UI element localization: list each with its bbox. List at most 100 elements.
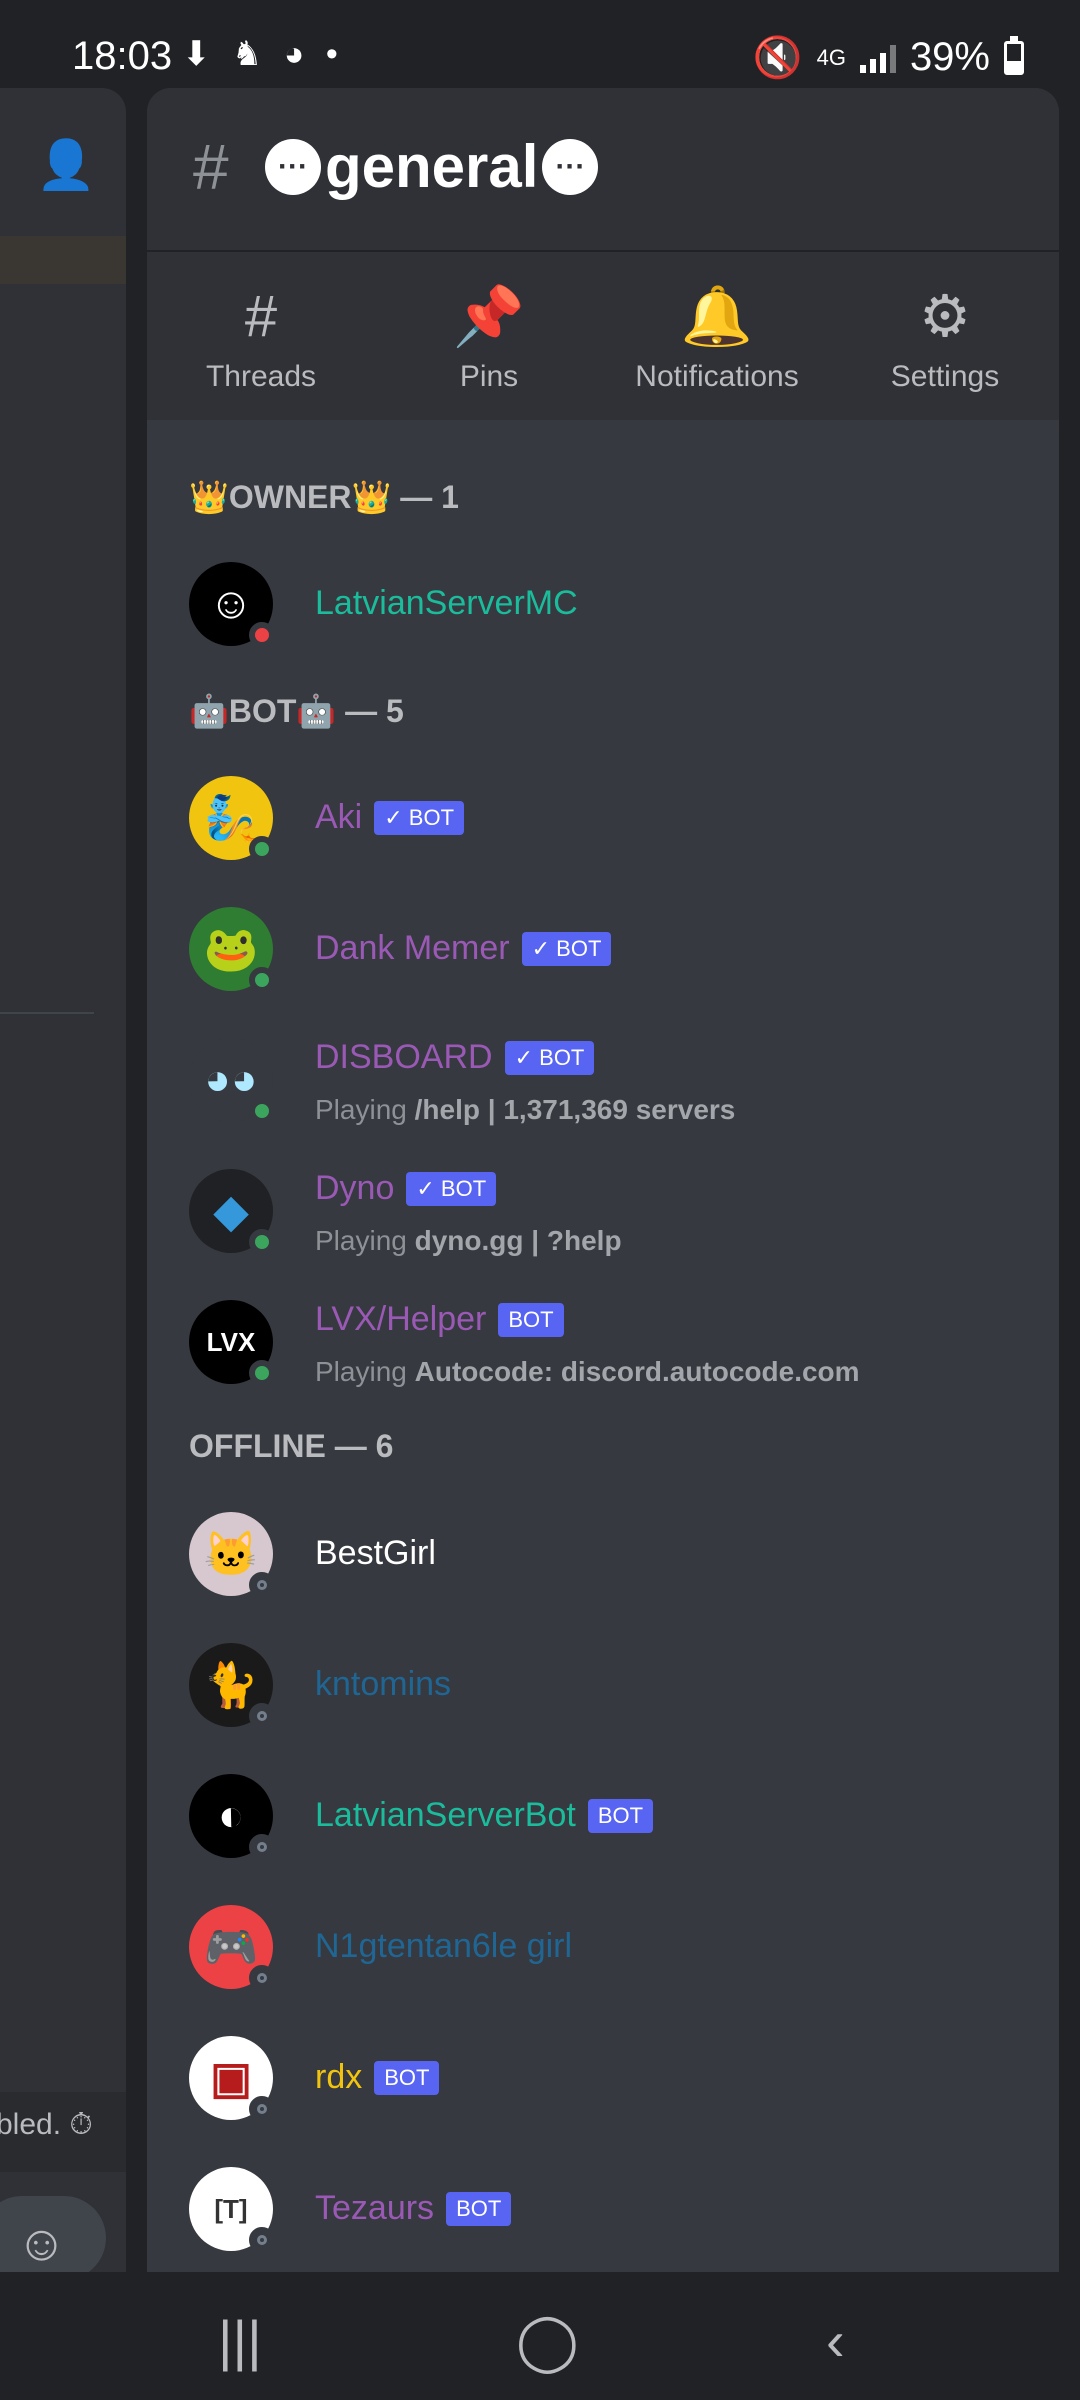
member-row[interactable]: ◐ LatvianServerBot BOT — [189, 1774, 1029, 1884]
member-name: BestGirl — [315, 1534, 436, 1572]
bot-tag: ✓ BOT — [406, 1171, 497, 1206]
member-row[interactable]: 🧞 Aki ✓ BOT — [189, 776, 1029, 886]
mute-icon: 🔇 — [752, 36, 803, 80]
member-row[interactable]: [T] Tezaurs BOT — [189, 2167, 1029, 2272]
status-bar: 18:03 ⬇ ♞ ◕ • 🔇 4G 39% — [0, 0, 1080, 88]
member-row[interactable]: ▣ rdx BOT — [189, 2036, 1029, 2146]
status-offline-icon — [249, 2227, 275, 2253]
recent-apps-button[interactable]: ||| — [218, 2308, 262, 2373]
settings-button[interactable]: ⚙ Settings — [831, 282, 1059, 394]
threads-button[interactable]: # Threads — [147, 282, 375, 394]
slowmode-text: bled. ⏱ — [0, 2108, 93, 2141]
pin-icon: 📌 — [452, 284, 526, 349]
bot-tag: BOT — [446, 2191, 512, 2226]
notifications-label: Notifications — [635, 360, 799, 393]
status-offline-icon — [249, 1572, 275, 1598]
channel-title: ··· general ··· — [265, 132, 599, 201]
member-activity: Playing Autocode: discord.autocode.com — [315, 1356, 860, 1388]
signal-icon — [859, 43, 896, 73]
threads-label: Threads — [205, 360, 317, 393]
member-row[interactable]: 🐱 BestGirl — [189, 1512, 1029, 1622]
divider — [0, 1012, 94, 1014]
member-name: Dank Memer — [315, 929, 510, 967]
member-name-row: DISBOARD ✓ BOT — [315, 1038, 595, 1077]
system-nav-bar: ||| ◯ ‹ — [0, 2272, 1080, 2400]
message-input[interactable]: ☺ — [0, 2196, 106, 2280]
activity-prefix: Playing — [315, 1225, 407, 1256]
speech-bubble-icon: ··· — [542, 138, 599, 195]
status-online-icon — [249, 1360, 275, 1386]
member-row[interactable]: 🐸 Dank Memer ✓ BOT — [189, 907, 1029, 1017]
channel-members-drawer: # ··· general ··· # Threads 📌 Pins 🔔 Not… — [147, 88, 1059, 2272]
channel-header: # ··· general ··· — [147, 88, 1059, 252]
activity-text: dyno.gg | ?help — [414, 1225, 622, 1256]
bot-tag: BOT — [587, 1798, 654, 1833]
slowmode-notice: bled. ⏱ — [0, 2092, 126, 2172]
bot-tag: ✓ BOT — [521, 931, 612, 966]
status-offline-icon — [249, 1703, 275, 1729]
member-name-row: Dyno ✓ BOT — [315, 1169, 497, 1208]
status-dnd-icon — [249, 622, 275, 648]
section-bot: 🤖BOT🤖 — 5 — [189, 693, 404, 729]
activity-prefix: Playing — [315, 1094, 407, 1125]
bot-tag: ✓ BOT — [374, 800, 465, 835]
member-name: N1gtentan6le girl — [315, 1927, 573, 1965]
member-name: Tezaurs — [315, 2189, 435, 2227]
status-offline-icon — [249, 1965, 275, 1991]
member-name-row: Tezaurs BOT — [315, 2189, 512, 2228]
member-name: kntomins — [315, 1665, 452, 1703]
bot-tag: BOT — [374, 2060, 440, 2095]
status-offline-icon — [249, 2096, 275, 2122]
member-row[interactable]: 🎮 N1gtentan6le girl — [189, 1905, 1029, 2015]
member-row[interactable]: ☺ LatvianServerMC — [189, 562, 1029, 672]
gear-icon: ⚙ — [919, 284, 971, 349]
activity-text: /help | 1,371,369 servers — [414, 1094, 736, 1125]
battery-percent: 39% — [909, 35, 990, 79]
network-icon: 4G — [816, 44, 846, 70]
bell-icon: 🔔 — [680, 284, 754, 349]
member-name-row: rdx BOT — [315, 2058, 440, 2097]
member-name-row: LVX/Helper BOT — [315, 1300, 564, 1339]
member-name-row: BestGirl — [315, 1534, 436, 1573]
member-name: Aki — [315, 798, 363, 836]
section-owner: 👑OWNER👑 — 1 — [189, 479, 459, 515]
background-chat[interactable]: 👤 bled. ⏱ ☺ — [0, 88, 126, 2280]
activity-prefix: Playing — [315, 1356, 407, 1387]
hash-icon: # — [193, 131, 229, 203]
status-online-icon — [249, 967, 275, 993]
clock: 18:03 — [72, 34, 173, 78]
member-row[interactable]: LVX LVX/Helper BOT Playing Autocode: disc… — [189, 1300, 1029, 1410]
status-online-icon — [249, 1229, 275, 1255]
member-name-row: Dank Memer ✓ BOT — [315, 929, 612, 968]
member-name: LVX/Helper — [315, 1300, 487, 1338]
activity-text: Autocode: discord.autocode.com — [414, 1356, 860, 1387]
notifications-button[interactable]: 🔔 Notifications — [603, 282, 831, 394]
status-offline-icon — [249, 1834, 275, 1860]
channel-actions: # Threads 📌 Pins 🔔 Notifications ⚙ Setti… — [147, 252, 1059, 420]
status-online-icon — [249, 1098, 275, 1124]
bot-tag: ✓ BOT — [504, 1040, 595, 1075]
member-name: rdx — [315, 2058, 363, 2096]
battery-icon — [1004, 35, 1024, 75]
member-activity: Playing dyno.gg | ?help — [315, 1225, 622, 1257]
threads-icon: # — [244, 284, 278, 349]
pins-button[interactable]: 📌 Pins — [375, 282, 603, 394]
member-row[interactable]: 🐈 kntomins — [189, 1643, 1029, 1753]
member-name-row: N1gtentan6le girl — [315, 1927, 572, 1966]
members-icon[interactable]: 👤 — [36, 136, 96, 193]
settings-label: Settings — [890, 360, 1000, 393]
channel-name: general — [325, 133, 539, 200]
status-online-icon — [249, 836, 275, 862]
member-activity: Playing /help | 1,371,369 servers — [315, 1094, 735, 1126]
member-row[interactable]: ◆ Dyno ✓ BOT Playing dyno.gg | ?help — [189, 1169, 1029, 1279]
system-icons: 🔇 4G 39% — [753, 34, 1024, 81]
back-button[interactable]: ‹ — [826, 2308, 845, 2373]
member-row[interactable]: ◕◕ DISBOARD ✓ BOT Playing /help | 1,371,3… — [189, 1038, 1029, 1148]
member-name-row: Aki ✓ BOT — [315, 798, 465, 837]
emoji-icon[interactable]: ☺ — [16, 2214, 67, 2272]
member-name-row: LatvianServerMC — [315, 584, 578, 623]
bot-tag: BOT — [498, 1302, 564, 1337]
home-button[interactable]: ◯ — [516, 2308, 579, 2374]
notification-icons: ⬇ ♞ ◕ • — [182, 35, 344, 73]
member-name: LatvianServerMC — [315, 584, 578, 622]
